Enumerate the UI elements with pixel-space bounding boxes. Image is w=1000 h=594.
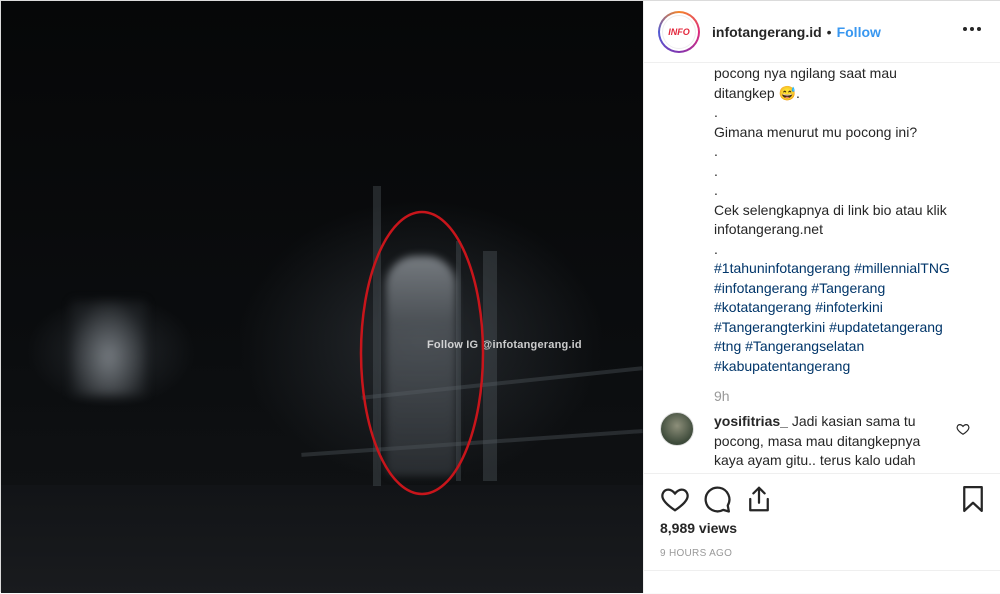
caption-hashtag-line[interactable]: #kotatangerang #infoterkini <box>714 298 984 318</box>
comment-text: yosifitrias_ Jadi kasian sama tu pocong,… <box>714 412 964 471</box>
caption-line: infotangerang.net <box>714 221 823 237</box>
caption-line: pocong nya ngilang saat mau <box>714 65 897 81</box>
caption-line: . <box>714 143 718 159</box>
post-timestamp[interactable]: 9 HOURS AGO <box>660 548 732 559</box>
comment-line-1: Jadi kasian sama tu <box>791 413 916 429</box>
post-actions: 8,989 views 9 HOURS AGO <box>644 473 1000 593</box>
caption-line: . <box>714 240 718 257</box>
post-caption: pocong nya ngilang saat mau ditangkep 😅..… <box>714 64 984 376</box>
caption-time-ago: 9h <box>714 388 730 404</box>
caption-line: Cek selengkapnya di link bio atau klik <box>714 201 947 218</box>
avatar[interactable]: INFO <box>658 10 700 53</box>
caption-line: . <box>714 162 718 179</box>
header-separator: • <box>826 23 832 40</box>
caption-line: ditangkep 😅. <box>714 84 800 101</box>
more-options-icon[interactable] <box>960 19 984 39</box>
comment-username[interactable]: yosifitrias_ <box>714 413 788 429</box>
caption-line: Gimana menurut mu pocong ini? <box>714 123 918 140</box>
comment-icon[interactable] <box>702 484 732 514</box>
caption-line: . <box>714 182 718 198</box>
caption-hashtag-line[interactable]: #infotangerang #Tangerang <box>714 279 984 299</box>
caption-hashtag-line[interactable]: #1tahuninfotangerang #millennialTNG <box>714 259 984 279</box>
comment-line-3: kaya ayam gitu.. terus kalo udah <box>714 452 916 468</box>
heart-icon[interactable] <box>660 484 690 514</box>
add-comment-bar[interactable] <box>644 570 1000 594</box>
avatar-logo-text: INFO <box>668 26 690 37</box>
header-username[interactable]: infotangerang.id <box>712 24 822 40</box>
post-header: INFO infotangerang.id • Follow <box>644 1 1000 63</box>
comment-line-2: pocong, masa mau ditangkepnya <box>714 432 921 449</box>
post-sidebar: INFO infotangerang.id • Follow pocong ny… <box>643 1 1000 593</box>
bookmark-icon[interactable] <box>958 484 988 514</box>
post-video[interactable]: Follow IG @infotangerang.id <box>1 1 643 593</box>
follow-button[interactable]: Follow <box>837 24 881 40</box>
annotation-circle <box>359 210 485 496</box>
comments-panel[interactable]: pocong nya ngilang saat mau ditangkep 😅..… <box>644 64 1000 473</box>
caption-hashtag-line[interactable]: #Tangerangterkini #updatetangerang <box>714 318 984 338</box>
comment-like-heart-icon[interactable] <box>956 422 970 436</box>
caption-hashtag-line[interactable]: #tng #Tangerangselatan <box>714 337 984 357</box>
caption-line: . <box>714 104 718 120</box>
share-icon[interactable] <box>744 484 774 514</box>
instagram-post: Follow IG @infotangerang.id INFO infotan… <box>0 0 1000 593</box>
commenter-avatar[interactable] <box>660 412 694 446</box>
view-count[interactable]: 8,989 views <box>660 520 737 536</box>
caption-hashtag-line[interactable]: #kabupatentangerang <box>714 357 984 377</box>
